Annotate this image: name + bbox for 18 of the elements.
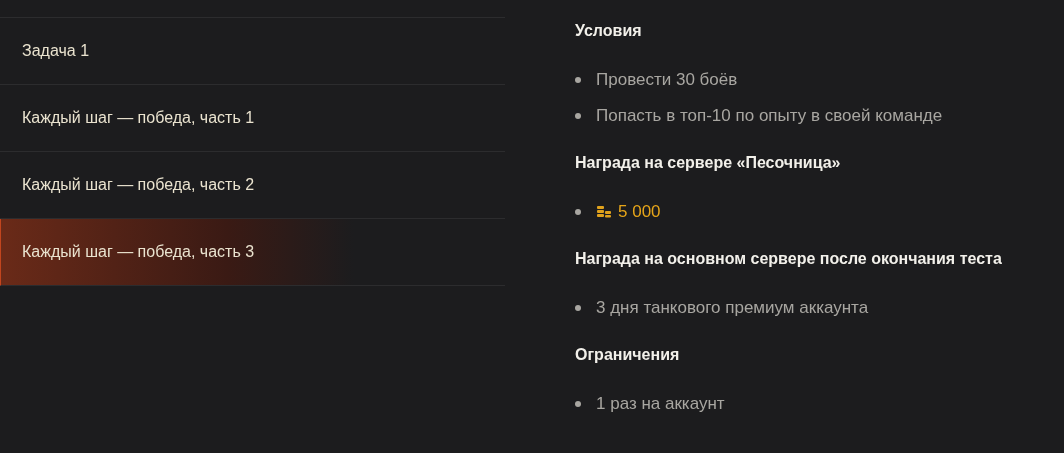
section-heading: Ограничения (575, 345, 681, 365)
list-text: Попасть в топ-10 по опыту в своей команде (596, 106, 943, 126)
task-item[interactable]: Каждый шаг — победа, часть 3 (0, 219, 505, 286)
bullet-icon (575, 401, 581, 407)
bullet-icon (575, 77, 581, 83)
bullet-icon (575, 209, 581, 215)
section-heading: Награда на основном сервере после окончания теста (575, 249, 1002, 269)
section-heading: Условия (575, 21, 643, 41)
list-text: Провести 30 боёв (596, 70, 738, 90)
bullet-icon (575, 113, 581, 119)
bullet-icon (575, 305, 581, 311)
coins-icon (596, 205, 612, 219)
list-text: 1 раз на аккаунт (596, 394, 725, 414)
task-item[interactable]: Задача 1 (0, 18, 505, 85)
list-text: 3 дня танкового премиум аккаунта (596, 298, 869, 318)
reward-amount: 5 000 (618, 202, 661, 222)
task-item[interactable]: Каждый шаг — победа, часть 1 (0, 85, 505, 152)
section-heading: Награда на сервере «Песочница» (575, 153, 842, 173)
